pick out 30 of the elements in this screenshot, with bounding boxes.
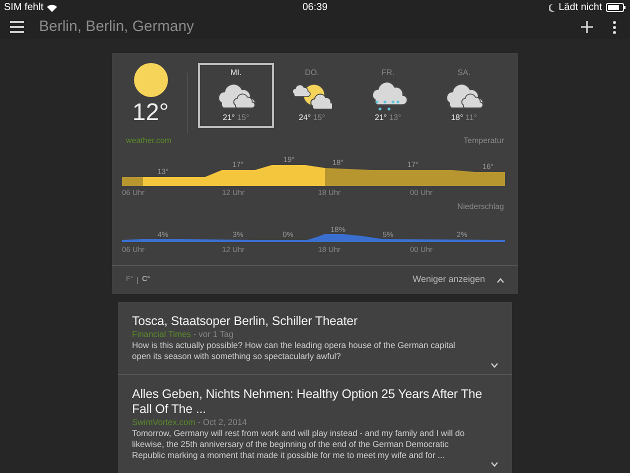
sun-icon	[134, 63, 168, 97]
chevron-down-icon[interactable]	[491, 462, 498, 467]
chevron-down-icon[interactable]	[491, 363, 498, 368]
show-less-button[interactable]: Weniger anzeigen	[412, 273, 485, 287]
location-title: Berlin, Berlin, Germany	[39, 16, 194, 37]
more-options-button[interactable]	[613, 20, 616, 34]
wifi-icon	[47, 4, 58, 12]
battery-icon	[606, 3, 626, 12]
add-button[interactable]	[581, 21, 593, 34]
forecast-day[interactable]: FR. 21° 13°	[350, 63, 426, 128]
clock-label: 06:39	[302, 1, 328, 16]
news-source: SwimVortex.com	[132, 417, 196, 427]
forecast-day[interactable]: SA. 18° 11°	[426, 63, 502, 128]
forecast-day[interactable]: DO. 24° 15°	[274, 63, 350, 128]
news-snippet: Tomorrow, Germany will rest from work and will play instead - and my family and I will do likewise, the 25th anniversary of the beginning of the end of the German Democratic Republic marking a moment that made it possible for me to meet my wife and for ...	[132, 428, 466, 461]
temperature-heading: Temperatur	[464, 135, 504, 147]
chevron-up-icon	[497, 278, 504, 282]
news-source: Financial Times	[132, 329, 192, 339]
news-time: - Oct 2, 2014	[198, 417, 247, 427]
menu-button[interactable]	[10, 21, 24, 34]
precipitation-heading: Niederschlag	[457, 201, 504, 213]
forecast-day[interactable]: MI. 21° 15°	[198, 63, 274, 128]
news-time: - vor 1 Tag	[193, 329, 234, 339]
moon-icon	[548, 4, 555, 12]
news-title[interactable]: Tosca, Staatsoper Berlin, Schiller Theater	[132, 314, 498, 329]
news-title[interactable]: Alles Geben, Nichts Nehmen: Healthy Option 25 Years After The Fall Of The ...	[132, 387, 498, 417]
charging-label: Lädt nicht	[558, 1, 602, 16]
news-snippet: How is this actually possible? How can the leading opera house of the German capital open its season with something so spectacularly awful?	[132, 340, 456, 362]
current-temperature: 12°	[132, 101, 169, 125]
carrier-label: SIM fehlt	[4, 1, 44, 16]
